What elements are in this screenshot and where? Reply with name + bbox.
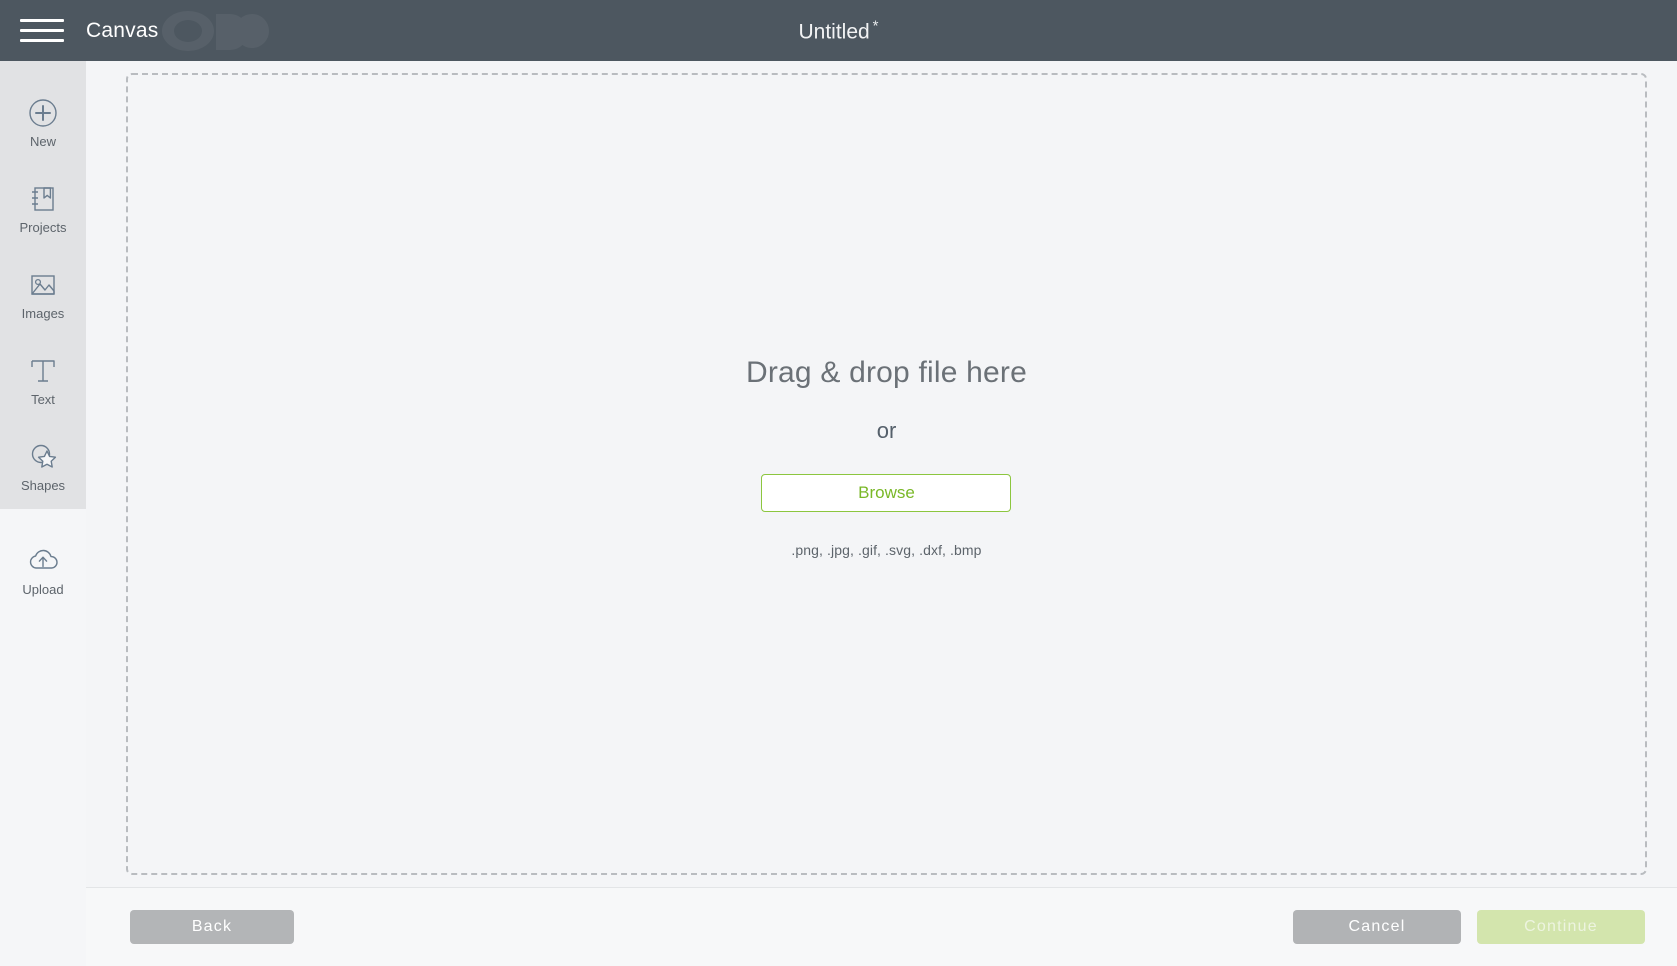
unsaved-changes-marker: * bbox=[872, 17, 879, 34]
dropzone-title: Drag & drop file here bbox=[745, 356, 1027, 389]
sidebar-item-label: Text bbox=[31, 391, 55, 407]
app-header: Canvas Untitled * bbox=[0, 0, 1677, 61]
sidebar-primary-group: New Projects Images Text Shapes bbox=[0, 61, 86, 509]
app-body: New Projects Images Text Shapes Upload D… bbox=[0, 61, 1677, 966]
plus-circle-icon bbox=[25, 95, 61, 131]
footer-bar: Back Cancel Continue bbox=[86, 887, 1677, 966]
sidebar-item-label: Images bbox=[21, 305, 65, 321]
text-t-icon bbox=[25, 353, 61, 389]
file-dropzone[interactable]: Drag & drop file here or Browse .png, .j… bbox=[126, 73, 1647, 875]
upload-content-area: Drag & drop file here or Browse .png, .j… bbox=[86, 61, 1677, 887]
sidebar-item-label: Shapes bbox=[20, 477, 66, 493]
brand-watermark-logo bbox=[162, 11, 269, 51]
back-button[interactable]: Back bbox=[130, 910, 294, 944]
dropzone-or-label: or bbox=[876, 418, 897, 443]
supported-formats-label: .png, .jpg, .gif, .svg, .dxf, .bmp bbox=[791, 542, 982, 558]
sidebar-item-new[interactable]: New bbox=[0, 79, 86, 165]
document-title-text: Untitled bbox=[798, 20, 870, 43]
cancel-button[interactable]: Cancel bbox=[1293, 910, 1461, 944]
footer-actions: Cancel Continue bbox=[1293, 910, 1645, 944]
main-panel: Drag & drop file here or Browse .png, .j… bbox=[86, 61, 1677, 966]
shapes-star-icon bbox=[25, 439, 61, 475]
hamburger-bar bbox=[20, 19, 64, 22]
hamburger-menu-icon[interactable] bbox=[20, 16, 64, 46]
picture-icon bbox=[25, 267, 61, 303]
dropzone-inner: Drag & drop file here or Browse .png, .j… bbox=[746, 356, 1027, 558]
hamburger-bar bbox=[20, 29, 64, 32]
sidebar-item-label: Projects bbox=[19, 219, 67, 235]
cloud-upload-icon bbox=[25, 543, 61, 579]
continue-button: Continue bbox=[1477, 910, 1645, 944]
notebook-bookmark-icon bbox=[25, 181, 61, 217]
hamburger-bar bbox=[20, 39, 64, 42]
left-toolbar-sidebar: New Projects Images Text Shapes Upload bbox=[0, 61, 86, 966]
sidebar-item-text[interactable]: Text bbox=[0, 337, 86, 423]
app-name-label: Canvas bbox=[86, 18, 159, 42]
sidebar-item-label: Upload bbox=[22, 581, 64, 597]
sidebar-item-shapes[interactable]: Shapes bbox=[0, 423, 86, 509]
sidebar-item-upload[interactable]: Upload bbox=[0, 527, 86, 613]
document-title[interactable]: Untitled * bbox=[798, 17, 878, 44]
sidebar-item-label: New bbox=[29, 133, 56, 149]
sidebar-item-projects[interactable]: Projects bbox=[0, 165, 86, 251]
browse-button[interactable]: Browse bbox=[761, 474, 1012, 512]
canvas-app-window: Canvas Untitled * New Projects Images Te… bbox=[0, 0, 1677, 966]
sidebar-item-images[interactable]: Images bbox=[0, 251, 86, 337]
